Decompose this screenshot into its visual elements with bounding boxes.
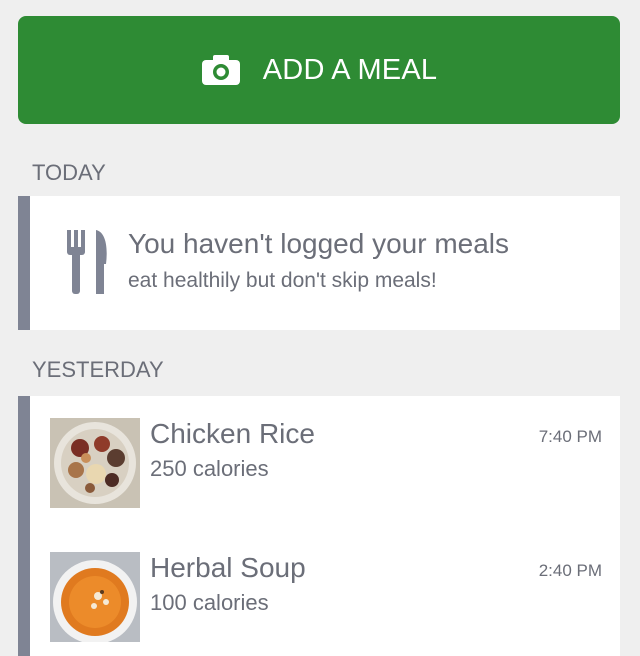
meal-name: Herbal Soup: [150, 552, 306, 583]
camera-icon: [201, 54, 241, 86]
meal-name: Chicken Rice: [150, 418, 315, 449]
empty-state-subtitle: eat healthily but don't skip meals!: [128, 269, 437, 292]
meal-list-item[interactable]: Chicken Rice 250 calories 7:40 PM: [30, 418, 620, 518]
meal-calories: 100 calories: [150, 590, 269, 615]
meal-thumbnail-soup-bowl: [50, 552, 140, 642]
utensils-icon: [66, 230, 110, 294]
section-label-yesterday: YESTERDAY: [32, 357, 164, 382]
add-meal-button[interactable]: ADD A MEAL: [18, 16, 620, 124]
yesterday-meals-card: Chicken Rice 250 calories 7:40 PM Herbal…: [18, 396, 620, 656]
meal-thumbnail-food-platter: [50, 418, 140, 508]
meal-time: 7:40 PM: [538, 427, 602, 446]
empty-state-title: You haven't logged your meals: [128, 228, 510, 259]
meal-time: 2:40 PM: [538, 561, 602, 580]
section-label-today: TODAY: [32, 160, 106, 185]
add-meal-label: ADD A MEAL: [262, 53, 438, 86]
today-empty-card[interactable]: You haven't logged your meals eat health…: [18, 196, 620, 330]
meal-calories: 250 calories: [150, 456, 269, 481]
meal-list-item[interactable]: Herbal Soup 100 calories 2:40 PM: [30, 552, 620, 652]
